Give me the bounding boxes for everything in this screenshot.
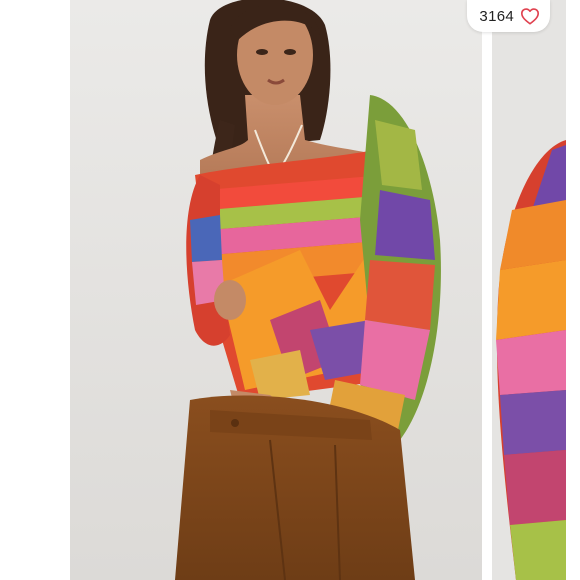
heart-outline-icon bbox=[520, 7, 540, 25]
product-photo-next[interactable] bbox=[492, 0, 566, 580]
like-button[interactable]: 3164 bbox=[467, 0, 550, 32]
model-photo-illustration bbox=[70, 0, 482, 580]
product-photo-main[interactable] bbox=[70, 0, 482, 580]
like-count: 3164 bbox=[479, 7, 514, 25]
product-image-gallery[interactable]: 3164 bbox=[0, 0, 580, 580]
sleeve-closeup-illustration bbox=[492, 0, 566, 580]
